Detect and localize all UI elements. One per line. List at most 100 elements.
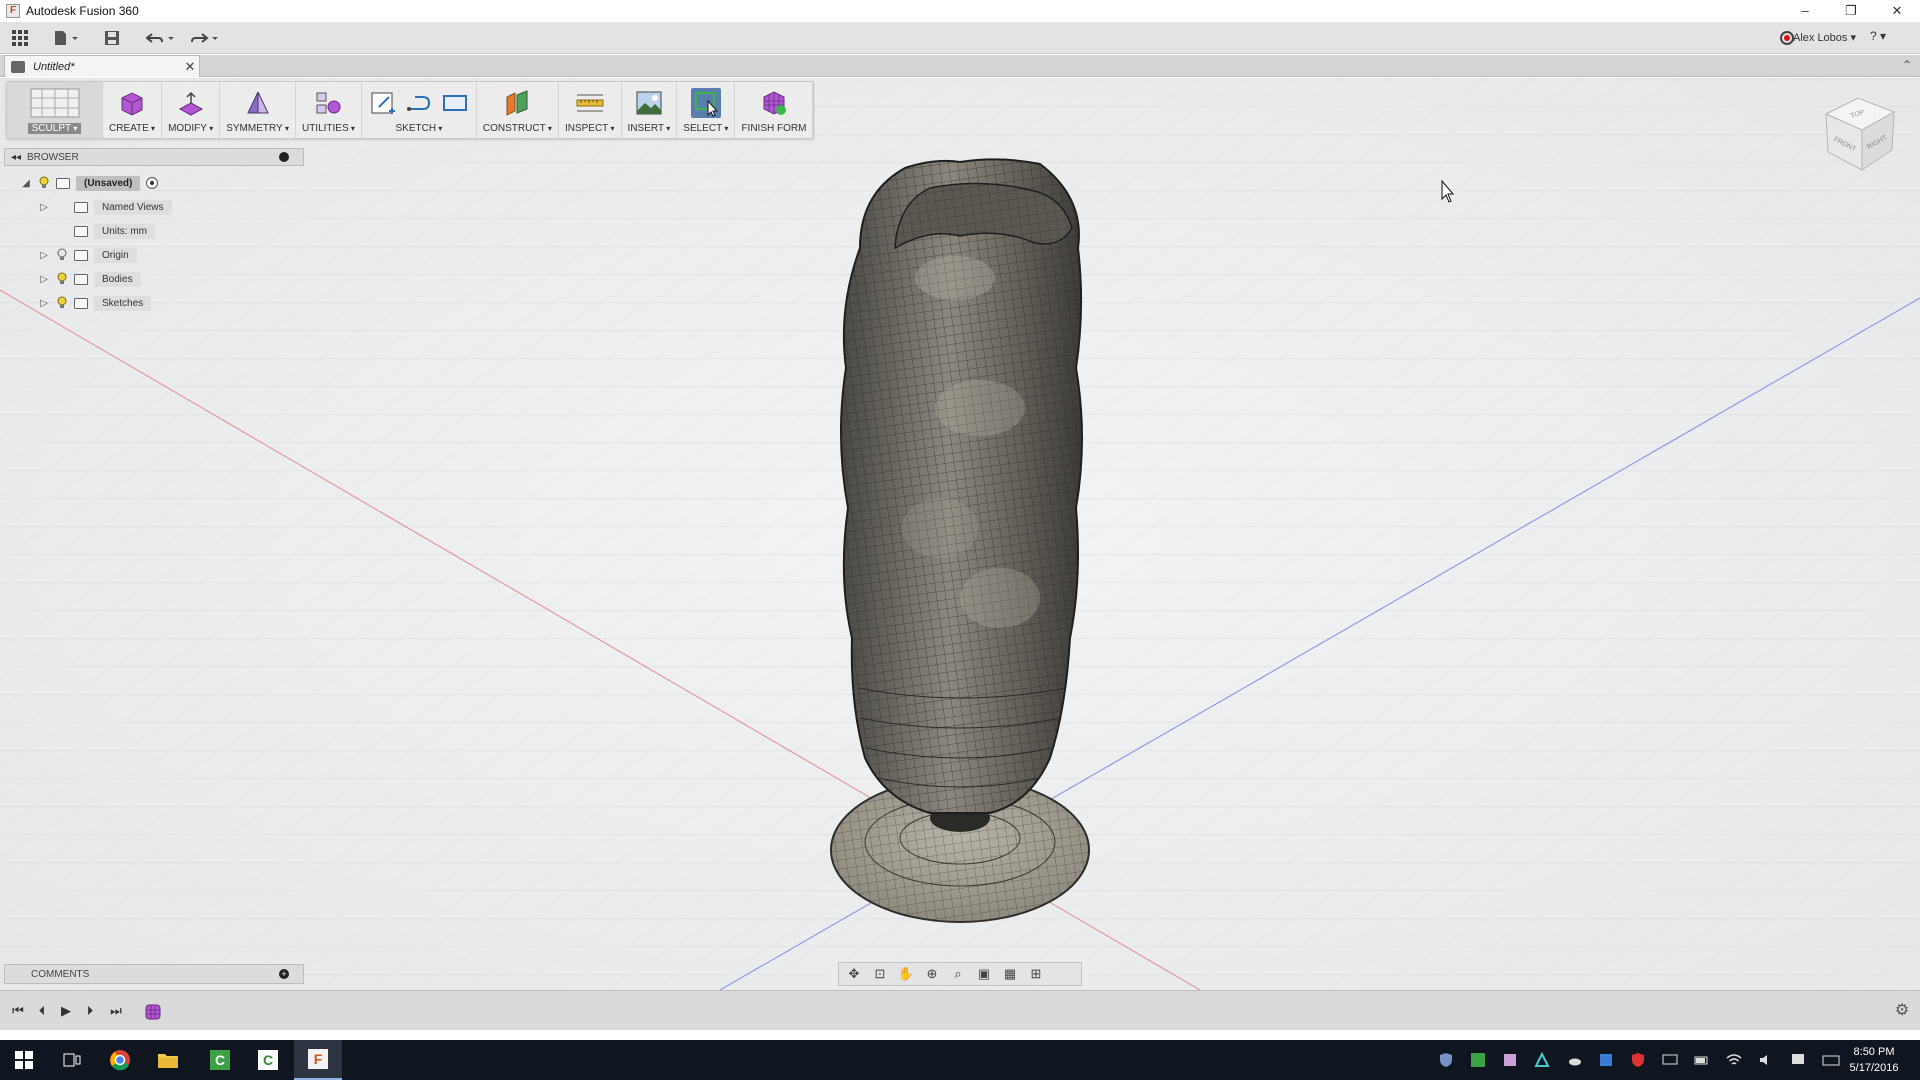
window-controls: – ❐ ✕ <box>1782 0 1920 22</box>
view-cube[interactable]: TOP FRONT RIGHT <box>1818 92 1898 178</box>
tray-battery-icon[interactable] <box>1694 1052 1712 1068</box>
close-tab-button[interactable]: ✕ <box>181 59 199 75</box>
save-icon <box>105 31 119 45</box>
timeline-settings-gear-icon[interactable]: ⚙ <box>1892 1001 1912 1021</box>
tray-shield-icon[interactable] <box>1438 1052 1456 1068</box>
taskbar-clock[interactable]: 8:50 PM 5/17/2016 <box>1842 1044 1906 1076</box>
expand-triangle-icon[interactable]: ▷ <box>38 298 50 309</box>
step-forward-icon[interactable]: ⏵ <box>80 1001 100 1021</box>
finish-form-label: FINISH FORM <box>741 123 807 134</box>
tray-app-icon[interactable] <box>1502 1052 1520 1068</box>
tree-item-origin[interactable]: ▷ Origin <box>38 246 137 264</box>
expand-triangle-icon[interactable]: ▷ <box>38 250 50 261</box>
tray-display-icon[interactable] <box>1662 1052 1680 1068</box>
orbit-icon[interactable]: ✥ <box>843 965 865 983</box>
save-button[interactable] <box>104 27 120 49</box>
tray-onedrive-icon[interactable] <box>1566 1052 1584 1068</box>
restore-button[interactable]: ❐ <box>1828 0 1874 22</box>
modify-menu[interactable]: MODIFY <box>162 82 221 138</box>
tray-dropbox-icon[interactable] <box>1598 1052 1616 1068</box>
taskbar-file-explorer[interactable] <box>144 1040 192 1080</box>
tree-item-units[interactable]: Units: mm <box>38 222 155 240</box>
data-panel-button[interactable] <box>12 27 28 49</box>
activate-radio-icon[interactable] <box>146 177 159 189</box>
user-menu[interactable]: Alex Lobos ▾ <box>1793 31 1856 44</box>
tree-root-unsaved[interactable]: ◢ (Unsaved) <box>20 174 159 192</box>
display-settings-icon[interactable]: ▣ <box>973 965 995 983</box>
tree-item-bodies[interactable]: ▷ Bodies <box>38 270 141 288</box>
comments-panel-header[interactable]: COMMENTS + <box>4 964 304 984</box>
ground-grid <box>0 78 1920 990</box>
finish-form-button[interactable]: FINISH FORM <box>735 82 814 138</box>
chevron-up-icon[interactable]: ⌃ <box>1902 58 1912 72</box>
tray-security-icon[interactable] <box>1630 1052 1648 1068</box>
expand-triangle-icon[interactable]: ▷ <box>38 202 50 213</box>
expand-triangle-icon[interactable]: ▷ <box>38 274 50 285</box>
go-to-end-icon[interactable]: ⏭ <box>106 1001 126 1021</box>
redo-button[interactable] <box>190 27 222 49</box>
sketch-rectangle-icon[interactable] <box>440 88 470 118</box>
taskbar-chrome[interactable] <box>96 1040 144 1080</box>
taskbar-camtasia-recorder[interactable]: C <box>244 1040 292 1080</box>
taskbar-fusion360[interactable]: F <box>294 1040 342 1080</box>
utilities-menu[interactable]: UTILITIES <box>296 82 362 138</box>
timeline-form-feature-icon[interactable] <box>144 1001 164 1021</box>
tree-item-sketches[interactable]: ▷ Sketches <box>38 294 152 312</box>
visibility-bulb-icon[interactable] <box>56 272 68 286</box>
sketch-menu[interactable]: SKETCH <box>362 82 477 138</box>
visibility-bulb-icon[interactable] <box>38 176 50 190</box>
workspace-switcher-sculpt[interactable]: SCULPT <box>7 82 103 138</box>
undo-button[interactable] <box>146 27 178 49</box>
document-tab[interactable]: Untitled* ✕ <box>4 55 200 77</box>
visibility-bulb-icon[interactable] <box>56 296 68 310</box>
browser-panel-header[interactable]: ◂◂ BROWSER <box>4 148 304 166</box>
file-menu-button[interactable] <box>54 27 80 49</box>
play-icon[interactable]: ▶ <box>56 1001 76 1021</box>
look-at-icon[interactable]: ⊡ <box>869 965 891 983</box>
record-icon[interactable] <box>1780 31 1794 45</box>
tray-volume-icon[interactable] <box>1758 1052 1776 1068</box>
inspect-menu[interactable]: INSPECT <box>559 82 622 138</box>
collapse-triangle-icon[interactable]: ◢ <box>20 178 32 189</box>
taskbar-camtasia[interactable]: C <box>196 1040 244 1080</box>
step-back-icon[interactable]: ⏴ <box>32 1001 52 1021</box>
3d-viewport[interactable] <box>0 78 1920 990</box>
start-button[interactable] <box>0 1040 48 1080</box>
help-menu[interactable]: ? ▾ <box>1870 29 1904 47</box>
viewports-icon[interactable]: ⊞ <box>1025 965 1047 983</box>
add-comment-icon[interactable]: + <box>279 969 289 979</box>
sculpt-body-vase[interactable] <box>830 158 1090 923</box>
pan-icon[interactable]: ✋ <box>895 965 917 983</box>
construct-menu[interactable]: CONSTRUCT <box>477 82 559 138</box>
task-view-icon <box>63 1053 81 1067</box>
navigation-bar: ✥ ⊡ ✋ ⊕ ⌕ ▣ ▦ ⊞ <box>838 962 1082 986</box>
collapse-browser-icon[interactable]: ◂◂ <box>5 152 27 163</box>
tray-camtasia-icon[interactable] <box>1470 1052 1488 1068</box>
sculpt-workspace-icon <box>30 88 80 118</box>
zoom-icon[interactable]: ⊕ <box>921 965 943 983</box>
fit-icon[interactable]: ⌕ <box>947 965 969 983</box>
modify-label: MODIFY <box>168 123 213 134</box>
grid-settings-icon[interactable]: ▦ <box>999 965 1021 983</box>
minimize-button[interactable]: – <box>1782 0 1828 22</box>
browser-pin-icon[interactable] <box>279 152 289 162</box>
tray-autodesk-icon[interactable] <box>1534 1051 1552 1068</box>
tree-label: Bodies <box>94 271 141 287</box>
tree-item-named-views[interactable]: ▷ Named Views <box>38 198 172 216</box>
tray-wifi-icon[interactable] <box>1726 1052 1744 1068</box>
create-menu[interactable]: CREATE <box>103 82 163 138</box>
task-view-button[interactable] <box>48 1040 96 1080</box>
visibility-bulb-icon[interactable] <box>56 248 68 262</box>
symmetry-menu[interactable]: SYMMETRY <box>220 82 296 138</box>
insert-menu[interactable]: INSERT <box>622 82 678 138</box>
sketch-line-icon[interactable] <box>404 88 434 118</box>
close-button[interactable]: ✕ <box>1874 0 1920 22</box>
select-menu[interactable]: SELECT <box>677 82 736 138</box>
tray-keyboard-icon[interactable] <box>1822 1052 1840 1068</box>
go-to-start-icon[interactable]: ⏮ <box>8 1001 28 1021</box>
tray-action-center-icon[interactable] <box>1790 1052 1808 1068</box>
utilities-icon <box>313 88 343 118</box>
create-box-icon <box>117 88 147 118</box>
create-sketch-icon[interactable] <box>368 88 398 118</box>
modify-form-icon <box>176 88 206 118</box>
